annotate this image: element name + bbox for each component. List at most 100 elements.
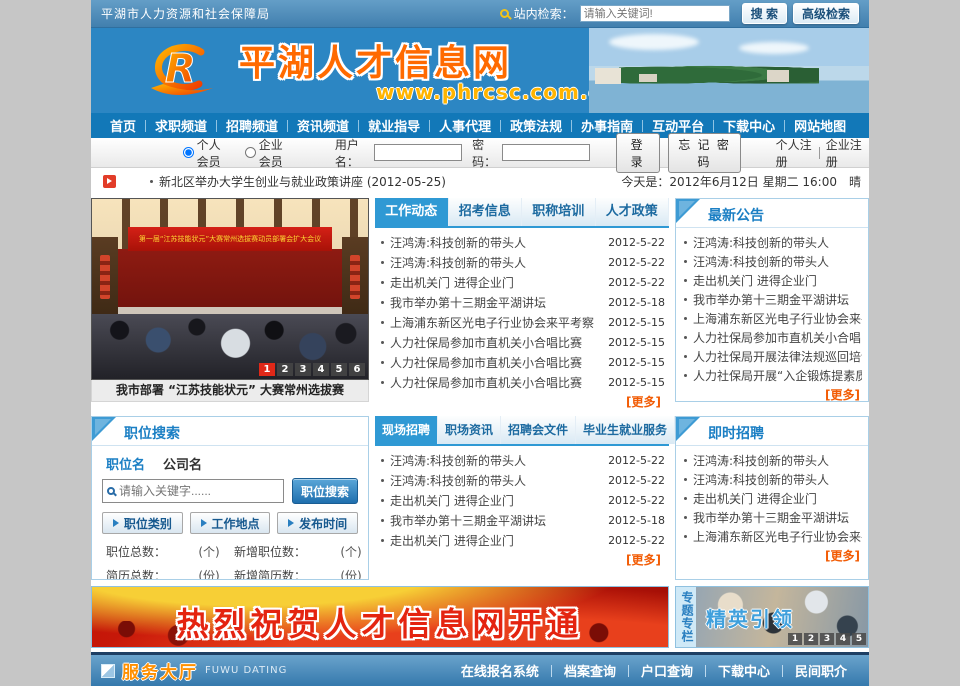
nav-item-recruit[interactable]: 招聘频道 bbox=[217, 116, 287, 135]
work-news-tabbar: 工作动态 招考信息 职称培训 人才政策 bbox=[375, 198, 669, 228]
filter-date-button[interactable]: 发布时间 bbox=[277, 512, 358, 534]
job-search-button[interactable]: 职位搜索 bbox=[292, 478, 358, 504]
ticker-news-link[interactable]: 新北区举办大学生创业与就业政策讲座 (2012-05-25) bbox=[159, 173, 446, 190]
corner-triangle-icon bbox=[676, 199, 700, 223]
photo-pillar bbox=[342, 237, 368, 323]
nav-item-news[interactable]: 资讯频道 bbox=[288, 116, 358, 135]
job-stats: 职位总数： (个) 新增职位数： (个) 简历总数： (份) 新增简历数： (份… bbox=[102, 543, 358, 580]
photo-caption[interactable]: 我市部署 “江苏技能状元” 大赛常州选拔赛 bbox=[91, 380, 369, 402]
work-news-panel: 工作动态 招考信息 职称培训 人才政策 汪鸿涛:科技创新的带头人2012-5-2… bbox=[375, 198, 669, 410]
list-item: 走出机关门 进得企业门 bbox=[684, 489, 862, 508]
pager-3[interactable]: 3 bbox=[295, 363, 311, 376]
page-container: 平湖市人力资源和社会保障局 站内检索： 搜 索 高级检索 R 平湖人才信息网 w… bbox=[91, 0, 869, 686]
tab-onsite-recruit[interactable]: 现场招聘 bbox=[375, 416, 438, 444]
service-hall-title[interactable]: 服务大厅 bbox=[122, 658, 198, 683]
link-download-center[interactable]: 下载中心 bbox=[706, 661, 782, 680]
more-link-work-news[interactable]: [更多] bbox=[375, 392, 669, 410]
register-company-link[interactable]: 企业注册 bbox=[826, 136, 863, 170]
arrow-right-icon bbox=[288, 519, 294, 527]
list-item: 人力社保局开展法律法规巡回培训 bbox=[684, 347, 862, 366]
register-personal-link[interactable]: 个人注册 bbox=[776, 136, 813, 170]
instant-recruit-panel: 即时招聘 汪鸿涛:科技创新的带头人 汪鸿涛:科技创新的带头人 走出机关门 进得企… bbox=[675, 416, 869, 580]
nav-item-sitemap[interactable]: 网站地图 bbox=[785, 116, 855, 135]
tab-graduate-services[interactable]: 毕业生就业服务 bbox=[576, 416, 675, 444]
advanced-search-button[interactable]: 高级检索 bbox=[793, 3, 859, 24]
nav-item-guidance[interactable]: 就业指导 bbox=[359, 116, 429, 135]
tab-exam-info[interactable]: 招考信息 bbox=[449, 198, 523, 226]
list-item: 我市举办第十三期金平湖讲坛2012-5-18 bbox=[381, 510, 665, 530]
photo-banner-text: 第一届“江苏技能状元”大赛常州选拔赛动员部署会扩大会议 bbox=[128, 227, 332, 251]
forgot-password-button[interactable]: 忘 记 密 码 bbox=[668, 133, 742, 173]
tab-jobfair-files[interactable]: 招聘会文件 bbox=[501, 416, 576, 444]
nav-item-hr-agency[interactable]: 人事代理 bbox=[430, 116, 500, 135]
site-search-button[interactable]: 搜 索 bbox=[742, 3, 787, 24]
pager-2[interactable]: 2 bbox=[277, 363, 293, 376]
filter-location-button[interactable]: 工作地点 bbox=[190, 512, 271, 534]
job-filters: 职位类别 工作地点 发布时间 bbox=[102, 512, 358, 534]
photo-pager: 1 2 3 4 5 6 bbox=[259, 363, 365, 376]
pager-2[interactable]: 2 bbox=[804, 633, 818, 645]
pager-6[interactable]: 6 bbox=[349, 363, 365, 376]
pager-4[interactable]: 4 bbox=[836, 633, 850, 645]
more-link-recruit-news[interactable]: [更多] bbox=[375, 550, 669, 568]
company-radio-input[interactable] bbox=[245, 147, 256, 158]
pager-1[interactable]: 1 bbox=[259, 363, 275, 376]
list-item: 汪鸿涛:科技创新的带头人 bbox=[684, 470, 862, 489]
list-item: 人力社保局参加市直机关小合唱比赛2012-5-15 bbox=[381, 372, 665, 392]
list-item: 汪鸿涛:科技创新的带头人 bbox=[684, 233, 862, 252]
stat-label: 职位总数： bbox=[106, 543, 184, 560]
login-button[interactable]: 登 录 bbox=[616, 133, 660, 173]
stat-unit: (个) bbox=[326, 543, 369, 560]
special-column-banner[interactable]: 专题专栏 精英引领 1 2 3 4 5 bbox=[675, 586, 869, 648]
tab-company-name[interactable]: 公司名 bbox=[163, 454, 202, 473]
member-company-radio[interactable]: 企业会员 bbox=[245, 136, 293, 170]
pager-1[interactable]: 1 bbox=[788, 633, 802, 645]
tab-work-news[interactable]: 工作动态 bbox=[375, 198, 449, 226]
pager-5[interactable]: 5 bbox=[852, 633, 866, 645]
site-search-input[interactable] bbox=[580, 5, 730, 22]
personal-radio-input[interactable] bbox=[183, 147, 194, 158]
link-private-agency[interactable]: 民间职介 bbox=[783, 661, 859, 680]
link-online-registration[interactable]: 在线报名系统 bbox=[449, 661, 551, 680]
tab-position-name[interactable]: 职位名 bbox=[106, 454, 145, 473]
nav-item-home[interactable]: 首页 bbox=[101, 116, 145, 135]
instant-recruit-header: 即时招聘 bbox=[676, 417, 868, 446]
filter-category-button[interactable]: 职位类别 bbox=[102, 512, 183, 534]
list-item: 我市举办第十三期金平湖讲坛 bbox=[684, 290, 862, 309]
list-item: 我市举办第十三期金平湖讲坛2012-5-18 bbox=[381, 292, 665, 312]
link-household-query[interactable]: 户口查询 bbox=[629, 661, 705, 680]
list-item: 汪鸿涛:科技创新的带头人2012-5-22 bbox=[381, 450, 665, 470]
tab-talent-policy[interactable]: 人才政策 bbox=[596, 198, 670, 226]
pager-3[interactable]: 3 bbox=[820, 633, 834, 645]
elite-banner-title: 精英引领 bbox=[706, 603, 794, 632]
list-item: 人力社保局参加市直机关小合唱比赛2012-5-15 bbox=[381, 332, 665, 352]
news-photo[interactable]: 第一届“江苏技能状元”大赛常州选拔赛动员部署会扩大会议 1 2 3 4 5 6 bbox=[91, 198, 369, 380]
list-item: 我市举办第十三期金平湖讲坛 bbox=[684, 508, 862, 527]
job-keyword-input[interactable] bbox=[119, 484, 279, 498]
stat-label: 简历总数： bbox=[106, 567, 184, 580]
more-link-instant-recruit[interactable]: [更多] bbox=[676, 546, 868, 564]
link-archive-query[interactable]: 档案查询 bbox=[552, 661, 628, 680]
tab-title-training[interactable]: 职称培训 bbox=[522, 198, 596, 226]
username-field[interactable] bbox=[374, 144, 462, 161]
pager-5[interactable]: 5 bbox=[331, 363, 347, 376]
job-search-tabs: 职位名 公司名 bbox=[102, 452, 358, 478]
job-search-panel: 职位搜索 职位名 公司名 职位搜索 职位类别 工作地点 发布时间 bbox=[91, 416, 369, 580]
search-icon bbox=[107, 487, 115, 495]
celebration-banner[interactable]: 热烈祝贺人才信息网开通 bbox=[91, 586, 669, 648]
stat-unit: (份) bbox=[326, 567, 369, 580]
tab-career-info[interactable]: 职场资讯 bbox=[438, 416, 501, 444]
special-column-label: 专题专栏 bbox=[676, 587, 696, 647]
elite-banner-photo: 精英引领 1 2 3 4 5 bbox=[696, 587, 868, 647]
nav-item-policy[interactable]: 政策法规 bbox=[501, 116, 571, 135]
more-link-announcements[interactable]: [更多] bbox=[676, 385, 868, 402]
photo-slideshow: 第一届“江苏技能状元”大赛常州选拔赛动员部署会扩大会议 1 2 3 4 5 6 … bbox=[91, 198, 369, 402]
service-hall-subtitle: FUWU DATING bbox=[205, 665, 287, 676]
cloud-shape bbox=[609, 34, 699, 50]
nav-item-jobseek[interactable]: 求职频道 bbox=[146, 116, 216, 135]
password-field[interactable] bbox=[502, 144, 590, 161]
site-logo[interactable]: R bbox=[143, 38, 225, 102]
list-item: 走出机关门 进得企业门 bbox=[684, 271, 862, 290]
pager-4[interactable]: 4 bbox=[313, 363, 329, 376]
member-personal-radio[interactable]: 个人会员 bbox=[183, 136, 231, 170]
